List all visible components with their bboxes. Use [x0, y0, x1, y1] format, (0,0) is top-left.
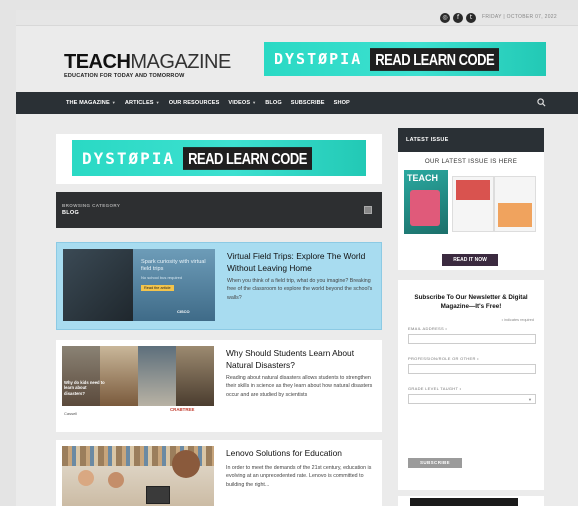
newsletter-form: Subscribe To Our Newsletter & Digital Ma…	[398, 280, 544, 490]
thumb-photo	[176, 346, 214, 406]
newsletter-title: Subscribe To Our Newsletter & Digital Ma…	[414, 294, 528, 310]
thumb-photo	[62, 346, 100, 406]
post-excerpt: Reading about natural disasters allows s…	[226, 375, 373, 398]
rss-icon[interactable]	[364, 206, 372, 214]
nav-item-the-magazine[interactable]: THE MAGAZINE ▼	[66, 100, 116, 106]
profession-field[interactable]	[408, 364, 536, 374]
thumb-photo	[63, 249, 133, 321]
top-bar: ◎ f t FRIDAY | OCTOBER 07, 2022	[16, 10, 578, 26]
nav-label: ARTICLES	[124, 100, 154, 106]
page-frame: ◎ f t FRIDAY | OCTOBER 07, 2022 TEACHMAG…	[16, 10, 578, 506]
header-ad-banner[interactable]: DYSTØPIA READ LEARN CODE	[264, 42, 546, 76]
facebook-icon[interactable]: f	[453, 13, 463, 23]
post-thumbnail[interactable]: Spark curiosity with virtual field trips…	[63, 249, 215, 321]
spread-image	[498, 203, 532, 227]
content-ad-banner[interactable]: DYSTØPIA READ LEARN CODE	[72, 140, 366, 176]
latest-issue-caption: OUR LATEST ISSUE IS HERE	[424, 158, 518, 165]
post-thumbnail[interactable]: Why do kids need to learn about disaster…	[62, 346, 214, 422]
thumb-photo	[138, 346, 176, 406]
sidebar-ad[interactable]	[398, 496, 544, 506]
search-icon[interactable]	[537, 98, 546, 107]
date-text: FRIDAY | OCTOBER 07, 2022	[482, 14, 557, 20]
main-nav: THE MAGAZINE ▼ ARTICLES ▼ OUR RESOURCES VI…	[16, 92, 578, 114]
banner-dystopia-text: DYSTØPIA	[82, 148, 176, 168]
instagram-icon[interactable]: ◎	[440, 13, 450, 23]
chevron-down-icon: ▼	[111, 100, 116, 105]
child-image	[108, 472, 124, 488]
post-card[interactable]: Lenovo Solutions for Education In order …	[56, 440, 382, 506]
read-it-now-button[interactable]: READ IT NOW	[442, 254, 498, 266]
category-name: BLOG	[62, 210, 80, 216]
thumb-headline: Why do kids need to learn about disaster…	[64, 380, 105, 396]
latest-issue-card: OUR LATEST ISSUE IS HERE TEACH READ IT N…	[398, 152, 544, 270]
thumb-button: Read the article	[141, 285, 174, 291]
banner-cta-text: READ LEARN CODE	[183, 146, 312, 170]
banner-cta-text: READ LEARN CODE	[370, 47, 500, 71]
post-excerpt: In order to meet the demands of the 21st…	[226, 465, 372, 488]
post-thumbnail[interactable]	[62, 446, 214, 506]
cover-title: TEACH	[407, 173, 438, 183]
chevron-down-icon: ▼	[155, 100, 160, 105]
nav-label: THE MAGAZINE	[66, 100, 110, 106]
post-excerpt: When you think of a field trip, what do …	[227, 278, 373, 301]
post-card[interactable]: Spark curiosity with virtual field trips…	[56, 242, 382, 330]
teacher-image	[172, 450, 200, 478]
magazine-cover[interactable]: TEACH	[404, 170, 448, 234]
magazine-spread-right	[494, 176, 536, 232]
crabtree-logo: CRABTREE	[170, 407, 195, 412]
thumb-photo	[100, 346, 138, 406]
latest-issue-header: LATEST ISSUE	[398, 128, 544, 152]
thumb-headline: Spark curiosity with virtual field trips	[141, 259, 206, 272]
logo-thin: MAGAZINE	[130, 51, 231, 73]
sidebar-ad-image	[410, 498, 518, 506]
nav-item-articles[interactable]: ARTICLES ▼	[125, 100, 160, 106]
logo-bold: TEACH	[64, 51, 131, 73]
post-title[interactable]: Virtual Field Trips: Explore The World W…	[227, 251, 377, 274]
chevron-down-icon: ▼	[252, 100, 257, 105]
post-title[interactable]: Why Should Students Learn About Natural …	[226, 348, 376, 371]
post-card[interactable]: Why do kids need to learn about disaster…	[56, 340, 382, 432]
content-ad-card: DYSTØPIA READ LEARN CODE	[56, 134, 382, 184]
spread-image	[456, 180, 490, 200]
cassell-logo: Cassell	[64, 411, 78, 416]
nav-label: BLOG	[265, 100, 282, 106]
nav-label: SUBSCRIBE	[290, 100, 325, 106]
nav-item-our-resources[interactable]: OUR RESOURCES	[169, 100, 220, 106]
grade-select[interactable]: ▼	[408, 394, 536, 404]
cover-art	[410, 190, 440, 226]
profession-label: PROFESSION/ROLE OR OTHER •	[408, 356, 479, 361]
magazine-spread-left	[452, 176, 494, 232]
post-title[interactable]: Lenovo Solutions for Education	[226, 448, 376, 460]
logo-tagline: EDUCATION FOR TODAY AND TOMORROW	[64, 73, 185, 79]
thumb-sub: No school bus required	[141, 275, 183, 280]
nav-item-subscribe[interactable]: SUBSCRIBE	[291, 100, 325, 106]
cisco-logo: CISCO	[177, 309, 190, 314]
banner-dystopia-text: DYSTØPIA	[274, 50, 363, 68]
site-logo[interactable]: TEACHMAGAZINE EDUCATION FOR TODAY AND TO…	[64, 52, 231, 79]
nav-label: SHOP	[333, 100, 350, 106]
chevron-down-icon: ▼	[528, 397, 532, 402]
required-note: • indicates required	[501, 318, 534, 322]
twitter-icon[interactable]: t	[466, 13, 476, 23]
nav-label: VIDEOS	[228, 100, 251, 106]
category-header: BROWSING CATEGORY BLOG	[56, 192, 382, 228]
email-field[interactable]	[408, 334, 536, 344]
email-label: EMAIL ADDRESS •	[408, 326, 448, 331]
tablet-image	[146, 486, 170, 504]
nav-item-videos[interactable]: VIDEOS ▼	[228, 100, 256, 106]
grade-label: GRADE LEVEL TAUGHT •	[408, 386, 462, 391]
subscribe-button[interactable]: SUBSCRIBE	[408, 458, 462, 468]
nav-label: OUR RESOURCES	[168, 100, 220, 106]
nav-item-shop[interactable]: SHOP	[334, 100, 350, 106]
browsing-label: BROWSING CATEGORY	[62, 203, 121, 208]
child-image	[78, 470, 94, 486]
nav-item-blog[interactable]: BLOG	[265, 100, 282, 106]
